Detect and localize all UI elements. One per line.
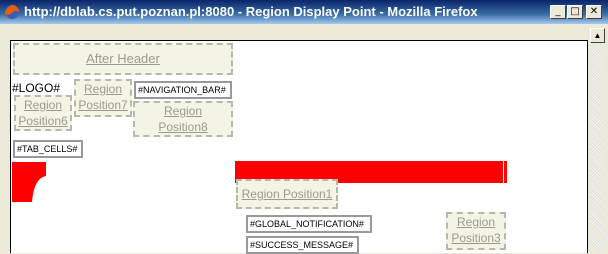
tab-cells-placeholder: #TAB_CELLS# bbox=[13, 140, 83, 158]
vertical-scrollbar[interactable]: ▲ bbox=[590, 24, 605, 253]
region-position3-line2: Position3 bbox=[451, 231, 501, 245]
navigation-bar-placeholder: #NAVIGATION_BAR# bbox=[134, 81, 232, 99]
region-position8-line1: Region bbox=[163, 104, 203, 118]
minimize-button[interactable]: _ bbox=[550, 5, 566, 19]
region-after-header-label: After Header bbox=[86, 51, 160, 66]
region-position6-line2: Position6 bbox=[18, 114, 68, 128]
region-after-header[interactable]: After Header bbox=[13, 43, 233, 75]
region-position3-line1: Region bbox=[456, 215, 496, 229]
region-position6[interactable]: Region Position6 bbox=[14, 95, 72, 131]
red-tab-bar-end bbox=[504, 161, 507, 183]
page-canvas: After Header #LOGO# Region Position6 Reg… bbox=[10, 40, 588, 254]
global-notification-placeholder: #GLOBAL_NOTIFICATION# bbox=[246, 215, 372, 233]
region-position7[interactable]: Region Position7 bbox=[74, 79, 132, 117]
window-title-bar[interactable]: http://dblab.cs.put.poznan.pl:8080 - Reg… bbox=[0, 0, 608, 24]
region-position3[interactable]: Region Position3 bbox=[446, 212, 506, 250]
region-position6-line1: Region bbox=[23, 98, 63, 112]
browser-content: After Header #LOGO# Region Position6 Reg… bbox=[3, 24, 605, 254]
window-title: http://dblab.cs.put.poznan.pl:8080 - Reg… bbox=[24, 4, 478, 19]
red-tab-corner-shape bbox=[12, 162, 46, 202]
firefox-icon bbox=[5, 5, 19, 19]
logo-placeholder: #LOGO# bbox=[12, 81, 61, 95]
scroll-track[interactable] bbox=[590, 43, 605, 253]
region-position1-label: Region Position1 bbox=[241, 187, 333, 201]
success-message-placeholder: #SUCCESS_MESSAGE# bbox=[246, 236, 359, 254]
close-button[interactable]: ✕ bbox=[586, 5, 602, 19]
region-position7-line1: Region bbox=[83, 82, 123, 96]
maximize-button[interactable]: □ bbox=[567, 5, 583, 19]
region-position8[interactable]: Region Position8 bbox=[133, 101, 233, 137]
scroll-up-arrow-icon[interactable]: ▲ bbox=[590, 28, 605, 43]
region-position1[interactable]: Region Position1 bbox=[236, 179, 338, 209]
region-position8-line2: Position8 bbox=[158, 120, 208, 134]
region-position7-line2: Position7 bbox=[78, 98, 128, 112]
